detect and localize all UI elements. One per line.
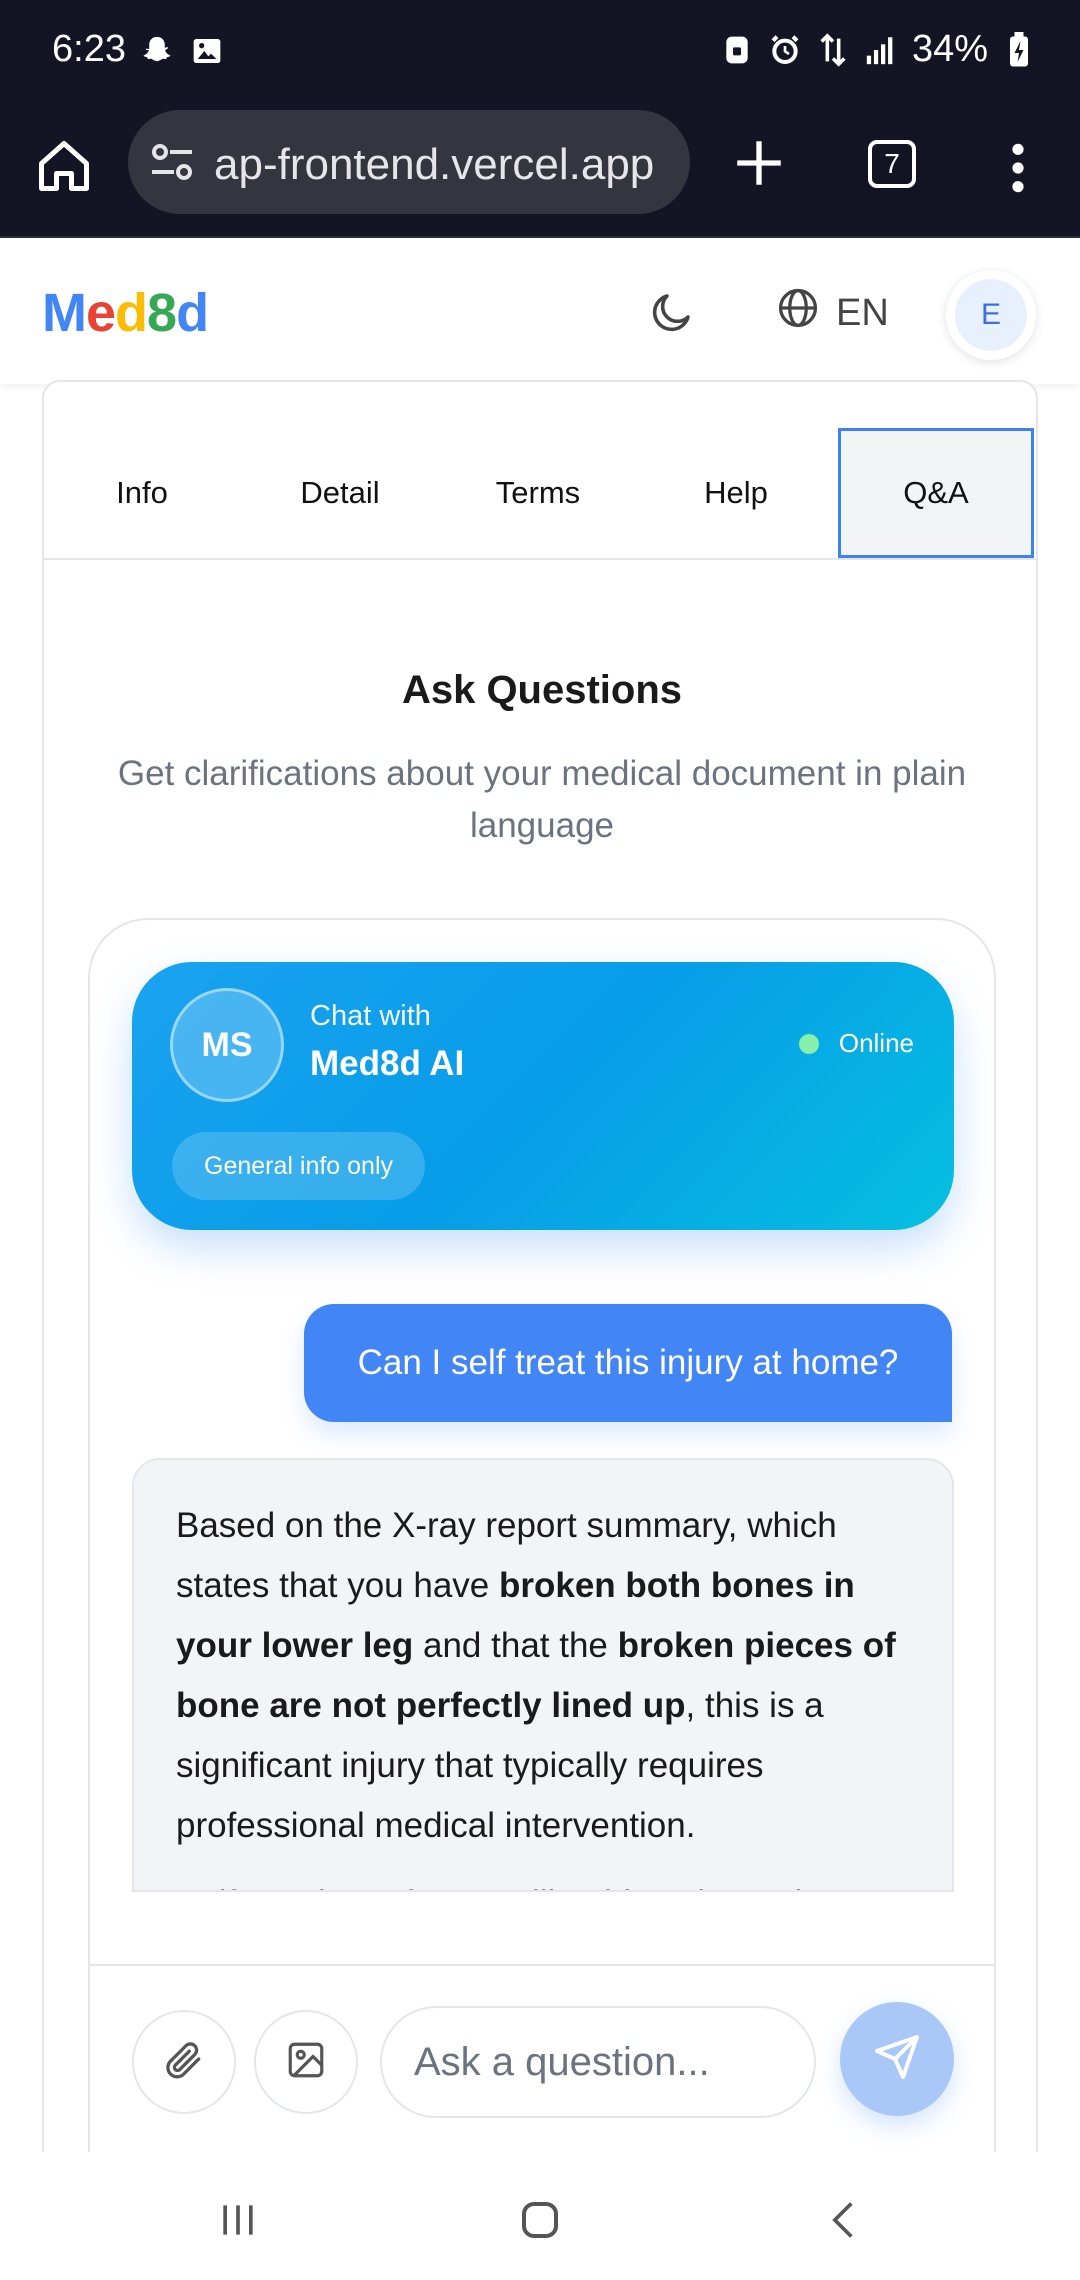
section-title: Ask Questions xyxy=(401,668,683,712)
language-label: EN xyxy=(836,291,889,334)
more-menu-icon[interactable] xyxy=(1000,140,1036,196)
chat-with-label: Chat with xyxy=(310,1000,431,1032)
med8d-logo[interactable]: Med8d xyxy=(42,282,209,344)
notification-icons xyxy=(140,34,224,68)
recent-apps-icon[interactable] xyxy=(208,2192,268,2248)
ai-message-paragraph: Self-treating a fracture like this at ho… xyxy=(176,1874,910,1890)
tab-bar: Info Detail Terms Help Q&A xyxy=(44,382,1036,560)
battery-percent: 34% xyxy=(911,28,988,70)
browser-toolbar: ap-frontend.vercel.app 7 xyxy=(0,108,1080,238)
site-settings-icon[interactable] xyxy=(148,140,196,184)
bot-avatar: MS xyxy=(170,988,284,1102)
gallery-icon xyxy=(190,34,224,68)
chat-header: MS Chat with Med8d AI Online General inf… xyxy=(132,962,954,1230)
section-subtitle: Get clarifications about your medical do… xyxy=(117,754,967,845)
app-header: Med8d EN E xyxy=(0,240,1080,384)
online-status: Online xyxy=(798,1028,914,1059)
user-message-bubble: Can I self treat this injury at home? xyxy=(304,1304,952,1422)
ai-message-paragraph: Based on the X-ray report summary, which… xyxy=(176,1506,896,1845)
online-label: Online xyxy=(838,1028,914,1058)
ai-message-bubble: Based on the X-ray report summary, which… xyxy=(132,1458,954,1892)
user-avatar-button[interactable]: E xyxy=(946,270,1036,360)
dark-mode-toggle-icon[interactable] xyxy=(648,288,696,336)
language-selector[interactable]: EN xyxy=(776,286,889,340)
home-nav-icon[interactable] xyxy=(510,2192,570,2248)
tab-help[interactable]: Help xyxy=(638,428,834,558)
tab-terms[interactable]: Terms xyxy=(440,428,636,558)
document-panel: Info Detail Terms Help Q&A Ask Questions… xyxy=(42,380,1038,2280)
snapchat-icon xyxy=(140,34,174,68)
globe-icon xyxy=(776,286,820,340)
avatar: E xyxy=(955,279,1027,351)
online-dot-icon xyxy=(798,1033,819,1054)
system-icons: 34% xyxy=(720,28,1036,71)
image-icon xyxy=(285,2039,327,2086)
tab-qa[interactable]: Q&A xyxy=(838,428,1034,558)
tab-switcher-button[interactable]: 7 xyxy=(868,140,916,188)
url-text[interactable]: ap-frontend.vercel.app xyxy=(214,140,674,190)
lock-icon xyxy=(720,33,754,67)
send-button[interactable] xyxy=(840,2002,954,2116)
alarm-icon xyxy=(768,33,802,67)
status-time: 6:23 xyxy=(52,28,126,70)
data-transfer-icon xyxy=(816,32,850,67)
tab-detail[interactable]: Detail xyxy=(242,428,438,558)
chat-container: MS Chat with Med8d AI Online General inf… xyxy=(88,918,996,2280)
divider xyxy=(90,1964,994,1966)
attach-image-button[interactable] xyxy=(254,2010,358,2114)
address-bar[interactable]: ap-frontend.vercel.app xyxy=(128,110,690,214)
tab-info[interactable]: Info xyxy=(44,428,240,558)
attach-file-button[interactable] xyxy=(132,2010,236,2114)
signal-icon xyxy=(864,33,898,67)
back-icon[interactable] xyxy=(814,2192,874,2248)
disclaimer-badge: General info only xyxy=(172,1132,426,1200)
question-input[interactable] xyxy=(380,2006,816,2118)
send-icon xyxy=(873,2033,921,2086)
battery-charging-icon xyxy=(1002,31,1036,67)
new-tab-icon[interactable] xyxy=(730,134,788,192)
paperclip-icon xyxy=(162,2038,206,2087)
home-icon[interactable] xyxy=(34,136,94,196)
bot-name: Med8d AI xyxy=(310,1044,465,1083)
status-bar: 6:23 34% xyxy=(0,0,1080,108)
system-navigation-bar xyxy=(0,2152,1080,2280)
